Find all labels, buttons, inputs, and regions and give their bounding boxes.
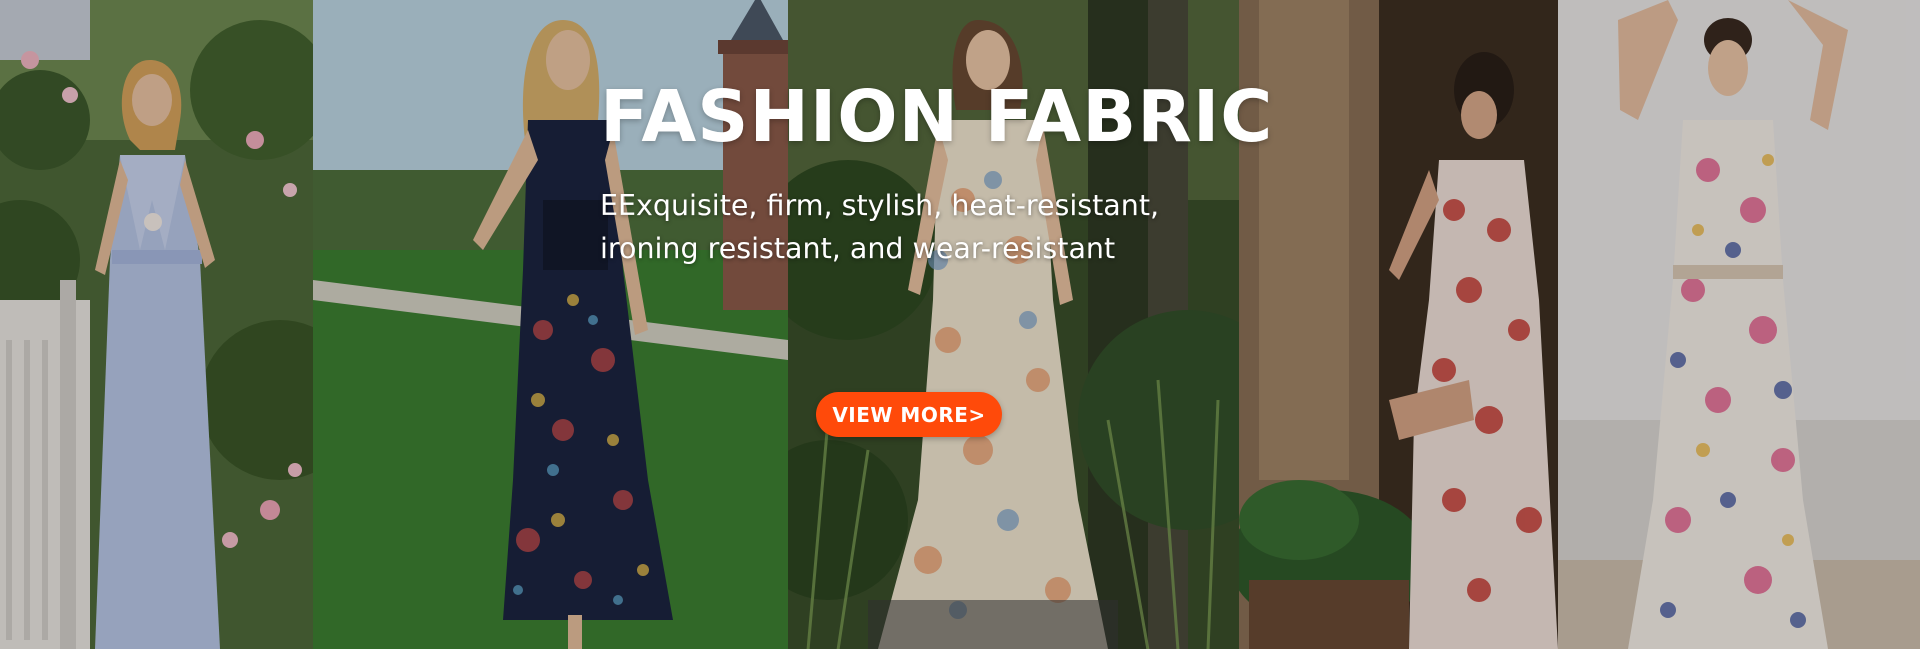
photo-panel-butterfly-dress (1558, 0, 1920, 649)
banner-copy: FASHION FABRIC EExquisite, firm, stylish… (600, 72, 1300, 270)
banner-title: FASHION FABRIC (600, 75, 1274, 158)
banner-subtitle-line-2: ironing resistant, and wear-resistant (600, 232, 1116, 265)
photo-panel-blue-dress (0, 0, 313, 649)
banner-subtitle: EExquisite, firm, stylish, heat-resistan… (600, 184, 1280, 270)
hero-banner: FASHION FABRIC EExquisite, firm, stylish… (0, 0, 1920, 649)
banner-subtitle-line-1: EExquisite, firm, stylish, heat-resistan… (600, 189, 1160, 222)
view-more-button[interactable]: VIEW MORE> (816, 392, 1002, 437)
